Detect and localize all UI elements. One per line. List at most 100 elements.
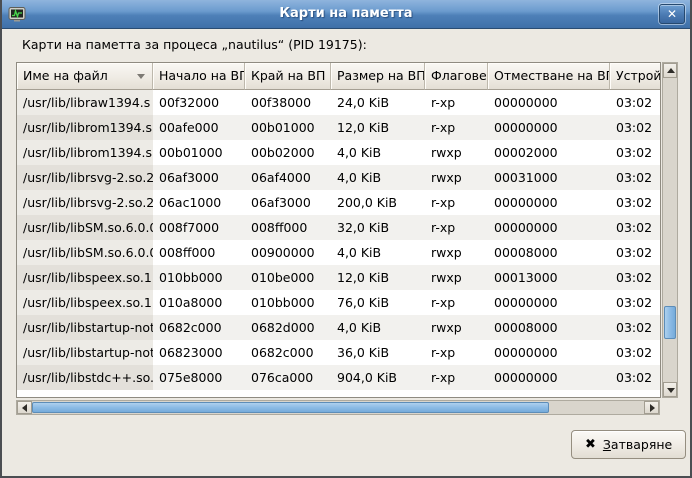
table-cell[interactable]: 03:02 bbox=[610, 365, 660, 390]
vertical-scrollbar[interactable] bbox=[662, 62, 678, 398]
table-cell[interactable]: 03:02 bbox=[610, 340, 660, 365]
table-cell[interactable]: 0682c000 bbox=[245, 340, 331, 365]
table-row[interactable]: /usr/lib/librsvg-2.so.206ac100006af30002… bbox=[17, 190, 660, 215]
table-cell[interactable]: 4,0 KiB bbox=[331, 240, 425, 265]
table-cell[interactable]: 008f7000 bbox=[153, 215, 245, 240]
table-cell[interactable]: /usr/lib/libSM.so.6.0.0 bbox=[17, 215, 153, 240]
table-cell[interactable]: 03:02 bbox=[610, 190, 660, 215]
table-cell[interactable]: /usr/lib/libspeex.so.1 bbox=[17, 290, 153, 315]
table-cell[interactable]: 00000000 bbox=[488, 215, 610, 240]
table-row[interactable]: /usr/lib/librom1394.s00b0100000b020004,0… bbox=[17, 140, 660, 165]
table-cell[interactable]: /usr/lib/libSM.so.6.0.0 bbox=[17, 240, 153, 265]
table-cell[interactable]: /usr/lib/libspeex.so.1 bbox=[17, 265, 153, 290]
table-cell[interactable]: 00b01000 bbox=[245, 115, 331, 140]
table-cell[interactable]: 00b02000 bbox=[245, 140, 331, 165]
table-cell[interactable]: 03:02 bbox=[610, 165, 660, 190]
column-header-flags[interactable]: Флагове bbox=[425, 63, 488, 90]
table-cell[interactable]: 00031000 bbox=[488, 165, 610, 190]
table-row[interactable]: /usr/lib/libSM.so.6.0.0008f7000008ff0003… bbox=[17, 215, 660, 240]
table-cell[interactable]: 010a8000 bbox=[153, 290, 245, 315]
table-cell[interactable]: 03:02 bbox=[610, 140, 660, 165]
table-cell[interactable]: 00000000 bbox=[488, 115, 610, 140]
table-cell[interactable]: 36,0 KiB bbox=[331, 340, 425, 365]
table-row[interactable]: /usr/lib/libstartup-not068230000682c0003… bbox=[17, 340, 660, 365]
table-cell[interactable]: 904,0 KiB bbox=[331, 365, 425, 390]
table-row[interactable]: /usr/lib/libraw1394.s00f3200000f3800024,… bbox=[17, 90, 660, 115]
table-cell[interactable]: 008ff000 bbox=[245, 215, 331, 240]
table-cell[interactable]: 06af4000 bbox=[245, 165, 331, 190]
table-cell[interactable]: 00f38000 bbox=[245, 90, 331, 115]
table-cell[interactable]: /usr/lib/libraw1394.s bbox=[17, 90, 153, 115]
table-cell[interactable]: r-xp bbox=[425, 215, 488, 240]
table-cell[interactable]: 00008000 bbox=[488, 315, 610, 340]
table-cell[interactable]: /usr/lib/librom1394.s bbox=[17, 115, 153, 140]
table-cell[interactable]: rwxp bbox=[425, 165, 488, 190]
table-cell[interactable]: 00002000 bbox=[488, 140, 610, 165]
table-row[interactable]: /usr/lib/libspeex.so.1010a8000010bb00076… bbox=[17, 290, 660, 315]
table-cell[interactable]: r-xp bbox=[425, 340, 488, 365]
vertical-scrollbar-thumb[interactable] bbox=[664, 306, 676, 339]
table-cell[interactable]: /usr/lib/librsvg-2.so.2 bbox=[17, 190, 153, 215]
table-cell[interactable]: r-xp bbox=[425, 365, 488, 390]
table-cell[interactable]: rwxp bbox=[425, 140, 488, 165]
table-cell[interactable]: 00008000 bbox=[488, 240, 610, 265]
table-cell[interactable]: rwxp bbox=[425, 265, 488, 290]
table-cell[interactable]: /usr/lib/libstartup-not bbox=[17, 340, 153, 365]
table-cell[interactable]: 03:02 bbox=[610, 240, 660, 265]
table-cell[interactable]: 76,0 KiB bbox=[331, 290, 425, 315]
table-cell[interactable]: 00f32000 bbox=[153, 90, 245, 115]
table-cell[interactable]: 03:02 bbox=[610, 290, 660, 315]
table-row[interactable]: /usr/lib/libstartup-not0682c0000682d0004… bbox=[17, 315, 660, 340]
table-cell[interactable]: 010bb000 bbox=[153, 265, 245, 290]
table-cell[interactable]: 4,0 KiB bbox=[331, 165, 425, 190]
table-cell[interactable]: 0682d000 bbox=[245, 315, 331, 340]
table-cell[interactable]: 0682c000 bbox=[153, 315, 245, 340]
horizontal-scrollbar[interactable] bbox=[16, 400, 660, 415]
table-cell[interactable]: 075e8000 bbox=[153, 365, 245, 390]
table-cell[interactable]: r-xp bbox=[425, 290, 488, 315]
table-cell[interactable]: 00013000 bbox=[488, 265, 610, 290]
table-row[interactable]: /usr/lib/librom1394.s00afe00000b0100012,… bbox=[17, 115, 660, 140]
table-cell[interactable]: /usr/lib/libstartup-not bbox=[17, 315, 153, 340]
close-button[interactable]: ✖ Затваряне bbox=[571, 430, 686, 459]
column-header-filename[interactable]: Име на файл bbox=[17, 63, 153, 90]
table-cell[interactable]: 010be000 bbox=[245, 265, 331, 290]
table-cell[interactable]: 4,0 KiB bbox=[331, 315, 425, 340]
table-cell[interactable]: 12,0 KiB bbox=[331, 115, 425, 140]
table-cell[interactable]: 00000000 bbox=[488, 190, 610, 215]
table-cell[interactable]: 24,0 KiB bbox=[331, 90, 425, 115]
horizontal-scrollbar-thumb[interactable] bbox=[32, 402, 549, 413]
table-cell[interactable]: 00afe000 bbox=[153, 115, 245, 140]
table-cell[interactable]: r-xp bbox=[425, 115, 488, 140]
column-header-vm-offset[interactable]: Отместване на ВП bbox=[488, 63, 610, 90]
table-cell[interactable]: 076ca000 bbox=[245, 365, 331, 390]
table-cell[interactable]: rwxp bbox=[425, 240, 488, 265]
close-window-icon[interactable]: ✕ bbox=[659, 4, 685, 24]
table-body[interactable]: /usr/lib/libraw1394.s00f3200000f3800024,… bbox=[17, 90, 660, 390]
table-cell[interactable]: 03:02 bbox=[610, 215, 660, 240]
table-cell[interactable]: 06823000 bbox=[153, 340, 245, 365]
table-cell[interactable]: 010bb000 bbox=[245, 290, 331, 315]
table-cell[interactable]: 03:02 bbox=[610, 315, 660, 340]
scroll-down-icon[interactable] bbox=[663, 382, 677, 397]
scroll-up-icon[interactable] bbox=[663, 63, 677, 78]
table-row[interactable]: /usr/lib/libSM.so.6.0.0008ff000009000004… bbox=[17, 240, 660, 265]
table-cell[interactable]: r-xp bbox=[425, 190, 488, 215]
table-cell[interactable]: /usr/lib/libstdc++.so. bbox=[17, 365, 153, 390]
table-cell[interactable]: /usr/lib/librsvg-2.so.2 bbox=[17, 165, 153, 190]
table-cell[interactable]: r-xp bbox=[425, 90, 488, 115]
table-row[interactable]: /usr/lib/libstdc++.so.075e8000076ca00090… bbox=[17, 365, 660, 390]
table-cell[interactable]: 00000000 bbox=[488, 340, 610, 365]
table-cell[interactable]: 03:02 bbox=[610, 90, 660, 115]
table-cell[interactable]: 4,0 KiB bbox=[331, 140, 425, 165]
table-cell[interactable]: 03:02 bbox=[610, 115, 660, 140]
table-cell[interactable]: 12,0 KiB bbox=[331, 265, 425, 290]
table-cell[interactable]: 200,0 KiB bbox=[331, 190, 425, 215]
titlebar[interactable]: Карти на паметта ✕ bbox=[2, 0, 690, 29]
column-header-device[interactable]: Устройство bbox=[610, 63, 660, 90]
table-cell[interactable]: 06af3000 bbox=[153, 165, 245, 190]
table-cell[interactable]: 06ac1000 bbox=[153, 190, 245, 215]
table-cell[interactable]: 00000000 bbox=[488, 290, 610, 315]
scroll-right-icon[interactable] bbox=[644, 401, 659, 414]
table-cell[interactable]: 00900000 bbox=[245, 240, 331, 265]
